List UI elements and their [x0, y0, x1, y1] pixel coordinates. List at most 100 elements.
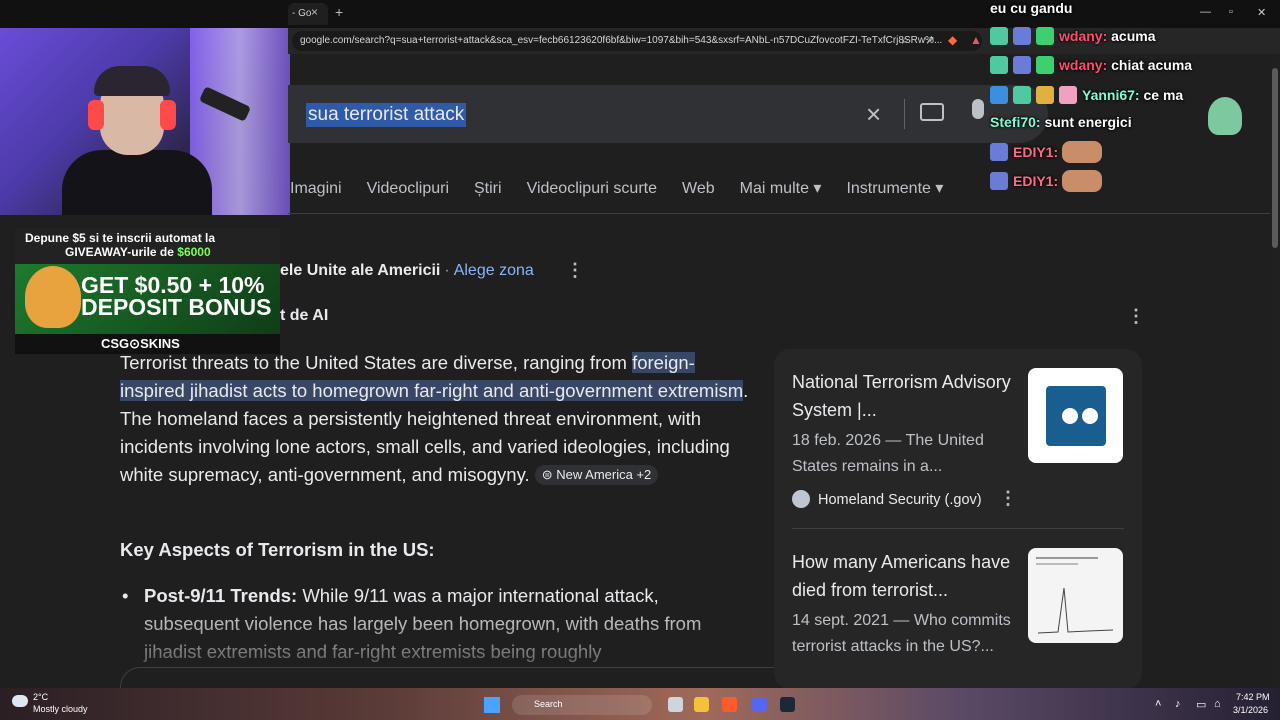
- ad-mascot: [25, 266, 81, 328]
- ad-brand-logo: CSG⊙SKINS: [101, 336, 180, 351]
- source-site-name: Homeland Security (.gov): [818, 492, 982, 508]
- source-card-title[interactable]: National Terrorism Advisory System |...: [792, 368, 1022, 424]
- keyboard-icon[interactable]: [920, 103, 944, 121]
- ad-line-1: Depune $5 si te inscrii automat la: [25, 231, 216, 245]
- nav-divider: [288, 213, 1280, 214]
- chat-text: ce ma: [1143, 87, 1184, 103]
- brave-browser-icon[interactable]: [722, 697, 737, 712]
- zoom-icon[interactable]: ⌕: [902, 33, 909, 48]
- bullet-dot: •: [122, 585, 129, 606]
- viewer-badge-icon: [1013, 56, 1031, 74]
- browser-tab[interactable]: - Go: [288, 3, 328, 25]
- ai-overview-menu-icon[interactable]: ⋮: [1127, 306, 1145, 327]
- tab-videos[interactable]: Videoclipuri: [367, 180, 449, 198]
- webcam-person-cap: [94, 66, 170, 96]
- brave-shield-icon[interactable]: ◆: [948, 33, 957, 47]
- headphone-right: [160, 100, 176, 130]
- chat-message: EDIY1:: [990, 141, 1103, 163]
- search-query[interactable]: sua terrorist attack: [306, 103, 467, 127]
- tab-title: - Go: [292, 8, 312, 19]
- tab-close-icon[interactable]: ×: [311, 5, 318, 19]
- tab-news[interactable]: Știri: [474, 180, 502, 198]
- url-text: google.com/search?q=sua+terrorist+attack…: [300, 35, 943, 46]
- chat-username[interactable]: Yanni67:: [1082, 87, 1140, 103]
- windows-start-icon[interactable]: [484, 697, 500, 713]
- clear-search-icon[interactable]: ×: [866, 99, 881, 130]
- chart-thumbnail[interactable]: [1028, 548, 1123, 643]
- chat-username[interactable]: Stefi70:: [990, 114, 1041, 130]
- citation-label: New America +2: [556, 467, 652, 482]
- rewards-icon[interactable]: ▲: [970, 33, 982, 47]
- chat-username[interactable]: wdany:: [1059, 28, 1107, 44]
- citation-chip[interactable]: ⊜ New America +2: [534, 465, 659, 485]
- viewer-badge-icon: [990, 143, 1008, 161]
- sub-badge-icon: [990, 56, 1008, 74]
- ad-line-2: GIVEAWAY-urile de $6000: [65, 245, 211, 259]
- ad-amount: $6000: [177, 245, 211, 259]
- chat-message: EDIY1:: [990, 170, 1103, 192]
- source-card-snippet: 18 feb. 2026 — The United States remains…: [792, 432, 984, 475]
- sources-panel: National Terrorism Advisory System |... …: [774, 349, 1142, 689]
- url-field[interactable]: google.com/search?q=sua+terrorist+attack…: [292, 31, 982, 51]
- scrollbar-thumb[interactable]: [1272, 68, 1278, 248]
- chart-thumbnail-graphic: [1036, 557, 1114, 634]
- location-name: ele Unite ale Americii: [280, 262, 441, 279]
- ad-headline-2: DEPOSIT BONUS: [81, 294, 272, 320]
- weather-desc[interactable]: Mostly cloudy: [33, 704, 88, 714]
- viewer-badge-icon: [1036, 86, 1054, 104]
- taskbar-search-label: Search: [534, 699, 563, 709]
- tab-more[interactable]: Mai multe ▾: [740, 178, 822, 198]
- display-icon[interactable]: ▭: [1196, 698, 1206, 711]
- location-separator: ·: [444, 262, 450, 279]
- chat-message: Yanni67: ce ma: [990, 86, 1183, 104]
- tab-short-videos[interactable]: Videoclipuri scurte: [527, 180, 657, 198]
- viewer-badge-icon: [1013, 27, 1031, 45]
- network-icon[interactable]: ⌂: [1214, 698, 1221, 710]
- task-view-icon[interactable]: [668, 697, 683, 712]
- moderator-badge-icon: [990, 86, 1008, 104]
- logo-dot-icon: [1082, 408, 1098, 424]
- chat-username[interactable]: EDIY1:: [1013, 173, 1058, 189]
- windows-taskbar: 2°C Mostly cloudy Search ˄ ♪ ▭ ⌂ 7:42 PM…: [0, 688, 1280, 720]
- speaker-icon[interactable]: ♪: [1175, 698, 1181, 710]
- new-tab-icon[interactable]: +: [335, 4, 343, 20]
- location-row: ele Unite ale Americii · Alege zona: [280, 262, 534, 280]
- tab-images[interactable]: Imagini: [290, 180, 342, 198]
- chat-username[interactable]: EDIY1:: [1013, 144, 1058, 160]
- file-explorer-icon[interactable]: [694, 697, 709, 712]
- chat-message: eu cu gandu: [990, 0, 1072, 16]
- ai-overview-text: Terrorist threats to the United States a…: [120, 349, 750, 489]
- tab-web[interactable]: Web: [682, 180, 715, 198]
- change-location-link[interactable]: Alege zona: [454, 262, 534, 279]
- weather-temp[interactable]: 2°C: [33, 692, 48, 702]
- headphone-left: [88, 100, 104, 130]
- stream-chat: eu cu gandu wdany: acuma wdany: chiat ac…: [990, 0, 1280, 200]
- taskbar-search[interactable]: Search: [512, 695, 652, 715]
- clock-time[interactable]: 7:42 PM: [1236, 692, 1270, 702]
- share-icon[interactable]: ↗: [925, 33, 935, 47]
- tray-chevron-icon[interactable]: ˄: [1155, 698, 1161, 710]
- location-menu-icon[interactable]: ⋮: [566, 260, 584, 281]
- tab-tools[interactable]: Instrumente ▾: [846, 178, 943, 198]
- card-divider: [792, 528, 1124, 529]
- source-site[interactable]: Homeland Security (.gov): [792, 490, 982, 508]
- ai-overview-label: t de AI: [280, 307, 329, 324]
- ad-line-2-text: GIVEAWAY-urile de: [65, 245, 178, 259]
- source-menu-icon[interactable]: ⋮: [999, 488, 1017, 509]
- dhs-seal-icon: [792, 490, 810, 508]
- chat-text: sunt energici: [1044, 114, 1132, 130]
- sub-badge-icon: [990, 27, 1008, 45]
- chat-text: acuma: [1111, 28, 1156, 44]
- source-card-title[interactable]: How many Americans have died from terror…: [792, 548, 1022, 604]
- steam-icon[interactable]: [780, 697, 795, 712]
- source-thumbnail[interactable]: [1028, 368, 1123, 463]
- sub-badge-icon: [1013, 86, 1031, 104]
- chat-message: wdany: chiat acuma: [990, 56, 1192, 74]
- voice-search-icon[interactable]: [972, 99, 984, 119]
- page-scrollbar[interactable]: [1270, 56, 1280, 688]
- chat-username[interactable]: wdany:: [1059, 57, 1107, 73]
- search-box[interactable]: sua terrorist attack ×: [288, 85, 1048, 143]
- clock-date[interactable]: 3/1/2026: [1233, 705, 1268, 715]
- webcam-overlay: [0, 0, 290, 215]
- discord-icon[interactable]: [752, 697, 767, 712]
